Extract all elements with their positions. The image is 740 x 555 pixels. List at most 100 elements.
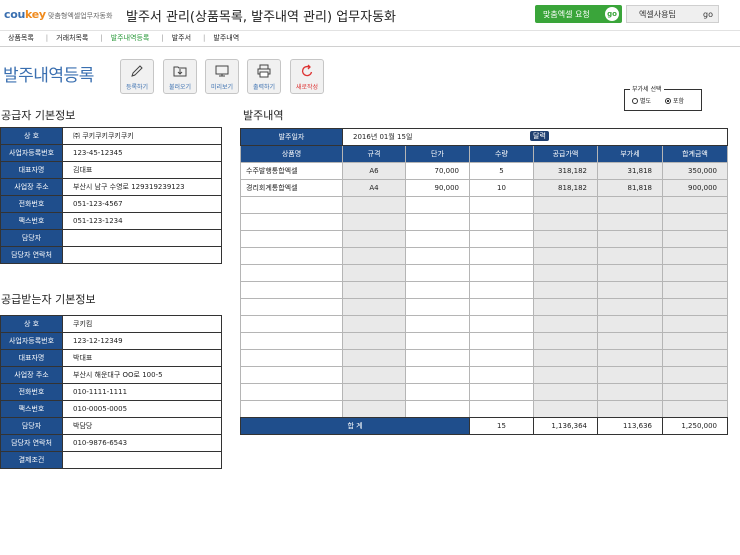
empty-cell[interactable]: [597, 196, 663, 214]
empty-cell[interactable]: [662, 298, 728, 316]
empty-cell[interactable]: [240, 298, 343, 316]
empty-cell[interactable]: [342, 366, 406, 384]
coukey-logo[interactable]: coukey: [4, 8, 46, 21]
empty-cell[interactable]: [469, 247, 534, 265]
empty-cell[interactable]: [342, 213, 406, 231]
product-name-cell[interactable]: 경리회계통합엑셀: [240, 179, 343, 197]
receiver-fax[interactable]: 010-0005-0005: [62, 400, 222, 418]
empty-cell[interactable]: [342, 298, 406, 316]
empty-cell[interactable]: [533, 213, 598, 231]
supplier-contact-phone[interactable]: [62, 246, 222, 264]
empty-cell[interactable]: [597, 247, 663, 265]
empty-cell[interactable]: [405, 349, 470, 367]
vat-cell[interactable]: 81,818: [597, 179, 663, 197]
supplier-contact-person[interactable]: [62, 229, 222, 247]
order-date-input[interactable]: 2016년 01월 15일: [353, 133, 412, 141]
empty-cell[interactable]: [597, 298, 663, 316]
empty-cell[interactable]: [469, 315, 534, 333]
empty-cell[interactable]: [597, 230, 663, 248]
empty-cell[interactable]: [533, 383, 598, 401]
empty-cell[interactable]: [533, 315, 598, 333]
product-name-cell[interactable]: 수주발행통합엑셀: [240, 162, 343, 180]
vat-included-radio[interactable]: 포함: [665, 96, 684, 105]
empty-cell[interactable]: [405, 332, 470, 350]
empty-cell[interactable]: [662, 332, 728, 350]
empty-cell[interactable]: [662, 315, 728, 333]
empty-cell[interactable]: [240, 196, 343, 214]
empty-cell[interactable]: [405, 213, 470, 231]
empty-cell[interactable]: [662, 264, 728, 282]
print-button[interactable]: 출력하기: [247, 59, 281, 94]
empty-cell[interactable]: [240, 383, 343, 401]
receiver-payment-terms[interactable]: [62, 451, 222, 469]
empty-cell[interactable]: [469, 383, 534, 401]
empty-cell[interactable]: [240, 400, 343, 418]
empty-cell[interactable]: [405, 366, 470, 384]
empty-cell[interactable]: [597, 264, 663, 282]
empty-cell[interactable]: [469, 281, 534, 299]
empty-cell[interactable]: [342, 281, 406, 299]
empty-cell[interactable]: [469, 366, 534, 384]
empty-cell[interactable]: [533, 349, 598, 367]
empty-cell[interactable]: [405, 264, 470, 282]
empty-cell[interactable]: [533, 247, 598, 265]
unit-price-cell[interactable]: 70,000: [405, 162, 470, 180]
load-button[interactable]: 불러오기: [163, 59, 197, 94]
empty-cell[interactable]: [469, 196, 534, 214]
empty-cell[interactable]: [597, 383, 663, 401]
empty-cell[interactable]: [469, 332, 534, 350]
order-date-cell[interactable]: 2016년 01월 15일 달력: [342, 128, 728, 146]
empty-cell[interactable]: [240, 247, 343, 265]
empty-cell[interactable]: [342, 230, 406, 248]
empty-cell[interactable]: [662, 383, 728, 401]
receiver-phone[interactable]: 010-1111-1111: [62, 383, 222, 401]
supplier-address[interactable]: 부산시 남구 수영로 129319239123: [62, 178, 222, 196]
empty-cell[interactable]: [405, 298, 470, 316]
empty-cell[interactable]: [597, 400, 663, 418]
receiver-address[interactable]: 부산시 해운대구 OO로 100-5: [62, 366, 222, 384]
empty-cell[interactable]: [469, 230, 534, 248]
supplier-representative[interactable]: 김대표: [62, 161, 222, 179]
supply-amount-cell[interactable]: 818,182: [533, 179, 598, 197]
empty-cell[interactable]: [469, 349, 534, 367]
spec-cell[interactable]: A4: [342, 179, 406, 197]
empty-cell[interactable]: [405, 383, 470, 401]
spec-cell[interactable]: A6: [342, 162, 406, 180]
menu-item-purchase-order[interactable]: 발주서: [164, 33, 203, 43]
receiver-contact-person[interactable]: 박담당: [62, 417, 222, 435]
empty-cell[interactable]: [342, 315, 406, 333]
empty-cell[interactable]: [533, 332, 598, 350]
empty-cell[interactable]: [533, 400, 598, 418]
empty-cell[interactable]: [662, 400, 728, 418]
receiver-company-name[interactable]: 쿠키킴: [62, 315, 222, 333]
empty-cell[interactable]: [597, 213, 663, 231]
calendar-button[interactable]: 달력: [530, 131, 549, 141]
vat-cell[interactable]: 31,818: [597, 162, 663, 180]
empty-cell[interactable]: [342, 196, 406, 214]
empty-cell[interactable]: [342, 349, 406, 367]
empty-cell[interactable]: [342, 264, 406, 282]
empty-cell[interactable]: [533, 281, 598, 299]
empty-cell[interactable]: [662, 213, 728, 231]
custom-excel-request-button[interactable]: 맞춤엑셀 요청 go: [535, 5, 622, 23]
empty-cell[interactable]: [405, 230, 470, 248]
empty-cell[interactable]: [469, 213, 534, 231]
supply-amount-cell[interactable]: 318,182: [533, 162, 598, 180]
empty-cell[interactable]: [597, 281, 663, 299]
empty-cell[interactable]: [533, 196, 598, 214]
empty-cell[interactable]: [405, 281, 470, 299]
empty-cell[interactable]: [533, 264, 598, 282]
empty-cell[interactable]: [533, 230, 598, 248]
supplier-fax[interactable]: 051-123-1234: [62, 212, 222, 230]
empty-cell[interactable]: [240, 349, 343, 367]
empty-cell[interactable]: [405, 400, 470, 418]
empty-cell[interactable]: [662, 247, 728, 265]
empty-cell[interactable]: [469, 298, 534, 316]
empty-cell[interactable]: [240, 264, 343, 282]
empty-cell[interactable]: [342, 247, 406, 265]
empty-cell[interactable]: [240, 315, 343, 333]
empty-cell[interactable]: [597, 315, 663, 333]
quantity-cell[interactable]: 10: [469, 179, 534, 197]
empty-cell[interactable]: [662, 281, 728, 299]
quantity-cell[interactable]: 5: [469, 162, 534, 180]
